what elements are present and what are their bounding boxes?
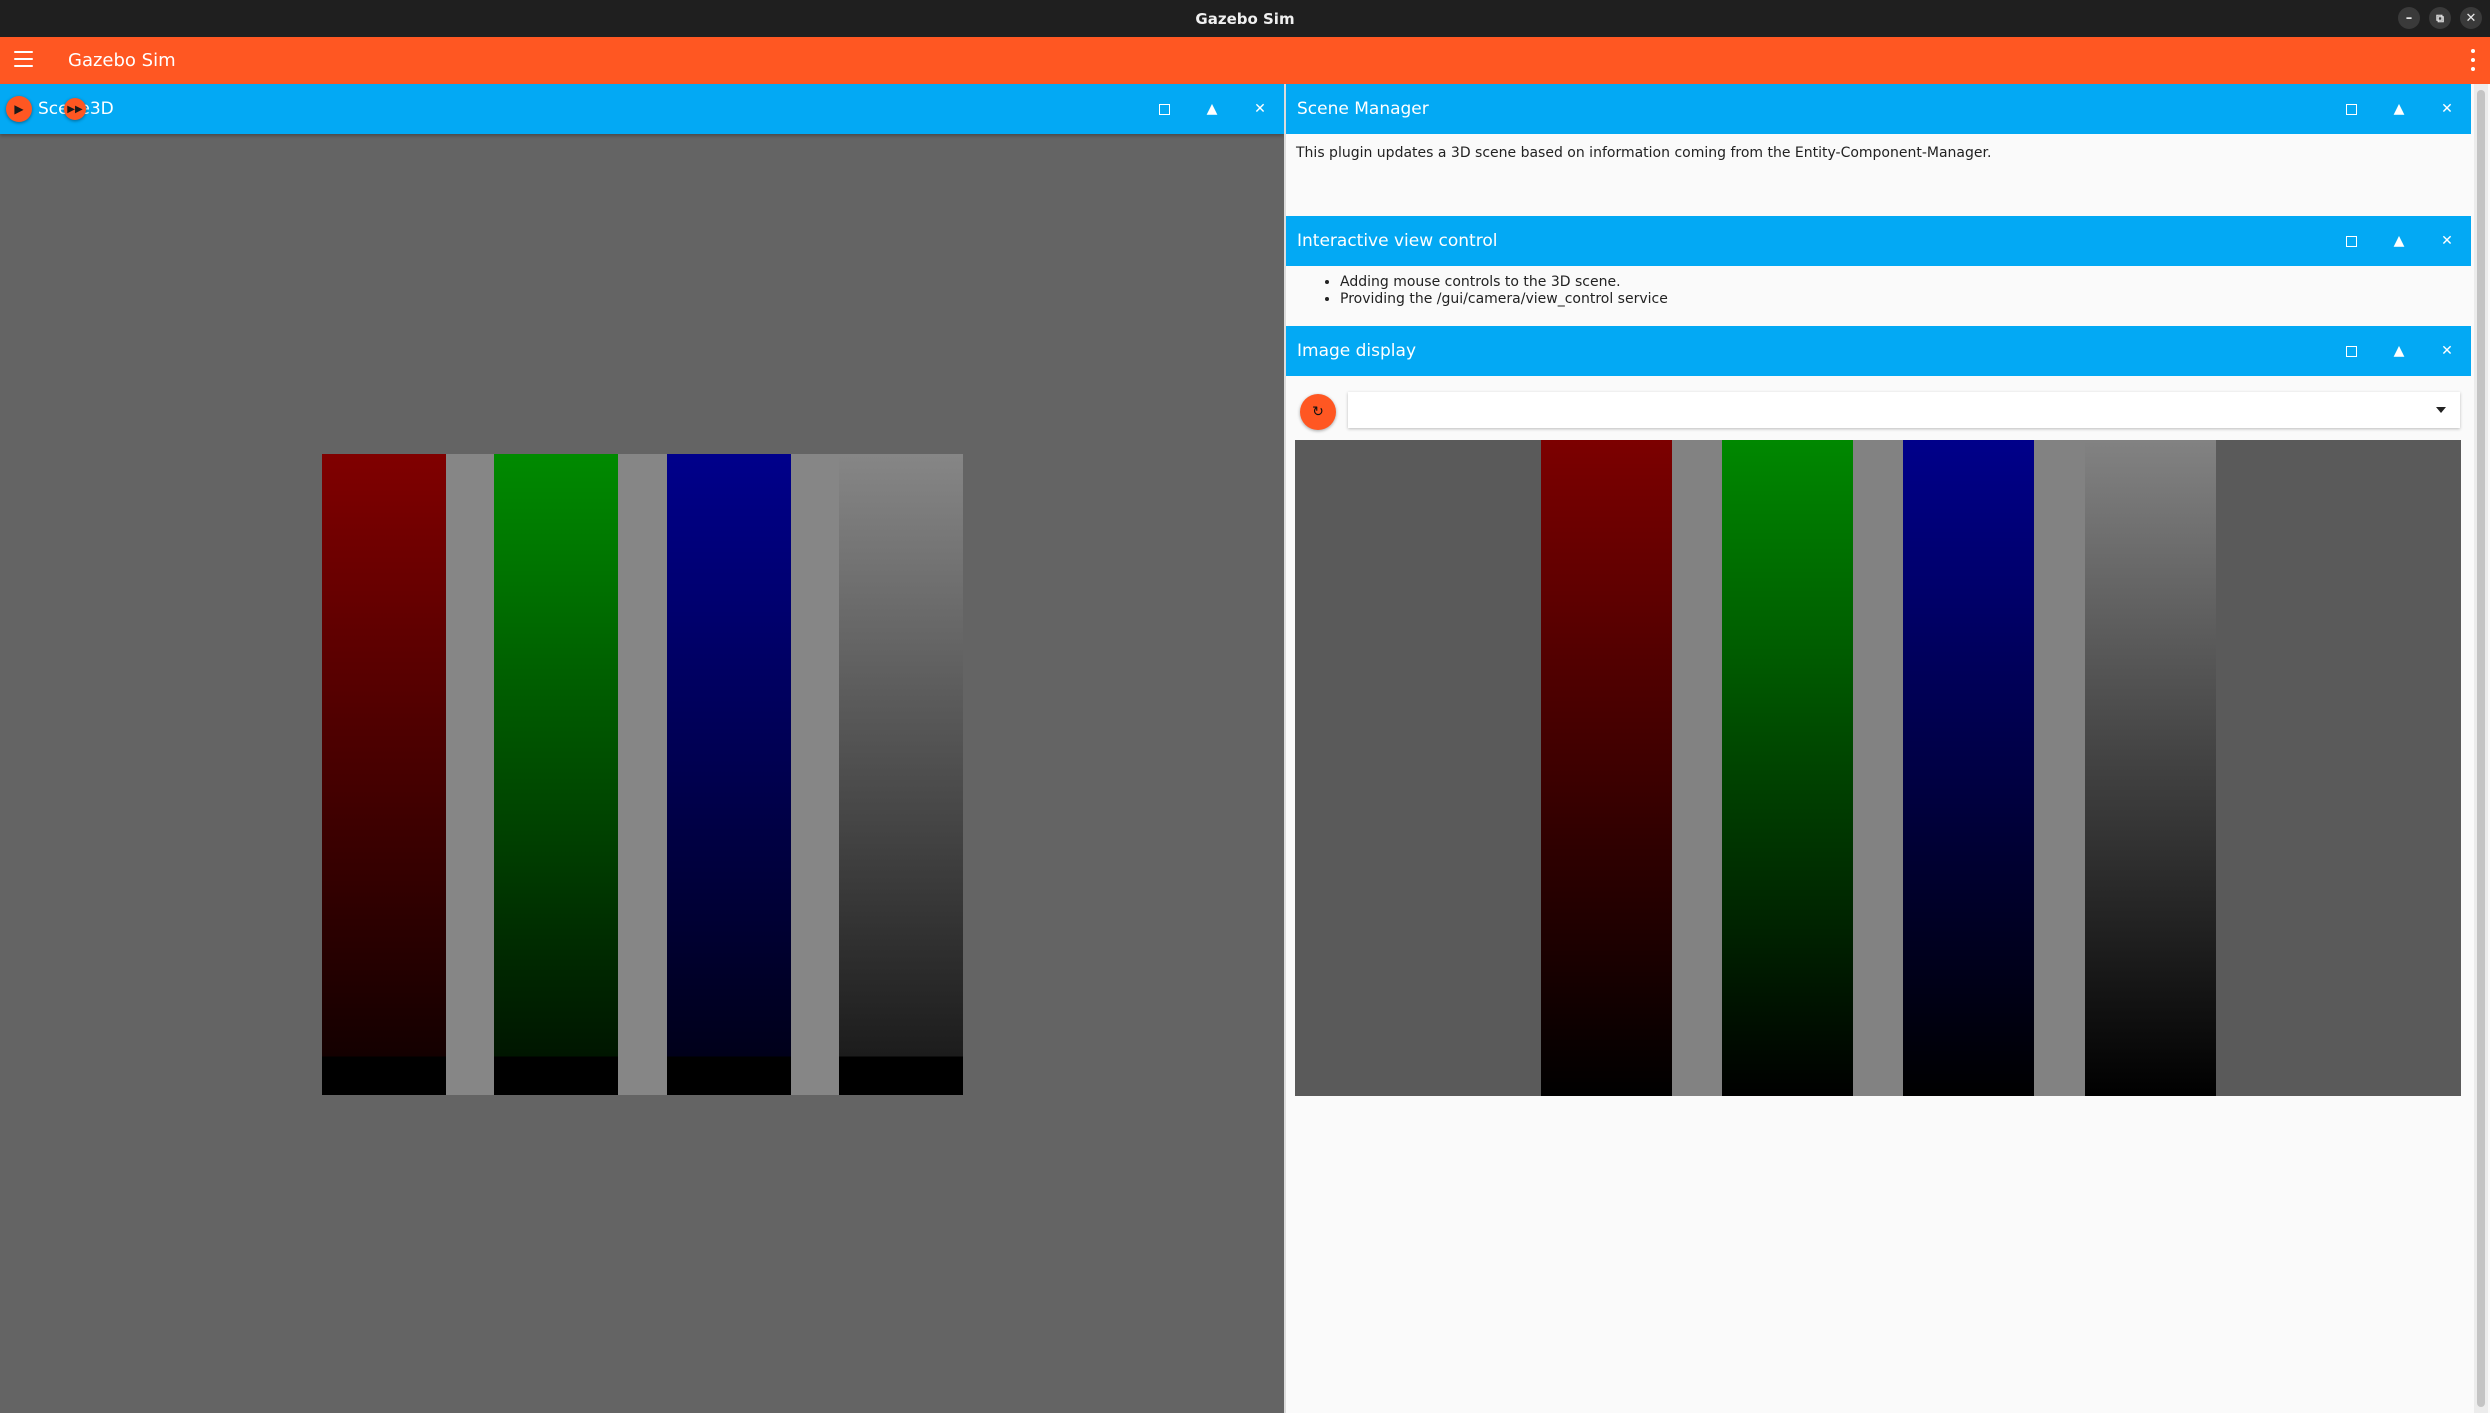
scrollbar-thumb[interactable] xyxy=(2477,90,2485,1407)
close-icon[interactable]: ✕ xyxy=(2435,339,2459,363)
more-vert-icon[interactable] xyxy=(2470,49,2476,71)
close-icon[interactable]: ✕ xyxy=(2460,7,2482,29)
image-display-view xyxy=(1295,440,2461,1096)
maximize-icon[interactable] xyxy=(1152,97,1176,121)
topic-select[interactable] xyxy=(1348,392,2460,428)
list-item: Providing the /gui/camera/view_control s… xyxy=(1340,291,1668,308)
interactive-view-title: Interactive view control xyxy=(1297,231,1498,251)
blue-bar xyxy=(667,454,791,1095)
minimize-icon[interactable]: – xyxy=(2398,7,2420,29)
gray-bar xyxy=(839,454,963,1095)
app-title: Gazebo Sim xyxy=(68,50,176,71)
maximize-icon[interactable] xyxy=(2339,339,2363,363)
restore-icon[interactable]: ⧉ xyxy=(2429,7,2451,29)
refresh-icon[interactable]: ↻ xyxy=(1300,394,1336,430)
image-display-controls: ▲ ✕ xyxy=(2339,339,2459,363)
close-icon[interactable]: ✕ xyxy=(2435,229,2459,253)
collapse-icon[interactable]: ▲ xyxy=(2387,97,2411,121)
scrollbar[interactable] xyxy=(2474,84,2488,1413)
image-display-body: ↻ xyxy=(1286,376,2471,1413)
image-content xyxy=(1541,440,2216,1096)
scene-manager-body: This plugin updates a 3D scene based on … xyxy=(1286,134,2471,216)
close-icon[interactable]: ✕ xyxy=(2435,97,2459,121)
red-bar xyxy=(1541,440,1672,1096)
interactive-view-body: Adding mouse controls to the 3D scene. P… xyxy=(1286,266,2471,326)
right-panel-column: Scene Manager ▲ ✕ This plugin updates a … xyxy=(1286,84,2471,1413)
gray-bar xyxy=(2085,440,2216,1096)
blue-bar xyxy=(1903,440,2034,1096)
dropdown-arrow-icon[interactable] xyxy=(2436,407,2446,413)
maximize-icon[interactable] xyxy=(2339,97,2363,121)
scene-manager-header: Scene Manager ▲ ✕ xyxy=(1286,84,2471,134)
window-controls: – ⧉ ✕ xyxy=(2398,7,2482,29)
collapse-icon[interactable]: ▲ xyxy=(2387,229,2411,253)
scene3d-header: Scene3D ▶ ▶▶ ▲ ✕ xyxy=(0,84,1284,134)
scene-manager-controls: ▲ ✕ xyxy=(2339,97,2459,121)
fast-forward-icon[interactable]: ▶▶ xyxy=(64,98,86,120)
collapse-icon[interactable]: ▲ xyxy=(2387,339,2411,363)
collapse-icon[interactable]: ▲ xyxy=(1200,97,1224,121)
interactive-view-controls: ▲ ✕ xyxy=(2339,229,2459,253)
red-bar xyxy=(322,454,446,1095)
scene-manager-description: This plugin updates a 3D scene based on … xyxy=(1296,145,1992,161)
green-bar xyxy=(494,454,618,1095)
hamburger-icon[interactable] xyxy=(14,51,33,67)
scene-manager-title: Scene Manager xyxy=(1297,99,1429,119)
scene3d-pane[interactable]: Scene3D ▶ ▶▶ ▲ ✕ xyxy=(0,84,1284,1413)
image-display-header: Image display ▲ ✕ xyxy=(1286,326,2471,376)
maximize-icon[interactable] xyxy=(2339,229,2363,253)
list-item: Adding mouse controls to the 3D scene. xyxy=(1340,274,1668,291)
window-titlebar: Gazebo Sim – ⧉ ✕ xyxy=(0,0,2490,37)
image-display-title: Image display xyxy=(1297,341,1417,361)
scene3d-controls: ▲ ✕ xyxy=(1152,97,1272,121)
window-title: Gazebo Sim xyxy=(1195,9,1295,28)
app-bar: Gazebo Sim xyxy=(0,37,2490,84)
interactive-view-header: Interactive view control ▲ ✕ xyxy=(1286,216,2471,266)
green-bar xyxy=(1722,440,1853,1096)
play-icon[interactable]: ▶ xyxy=(6,96,32,122)
scene-camera-view xyxy=(322,454,963,1095)
close-icon[interactable]: ✕ xyxy=(1248,97,1272,121)
